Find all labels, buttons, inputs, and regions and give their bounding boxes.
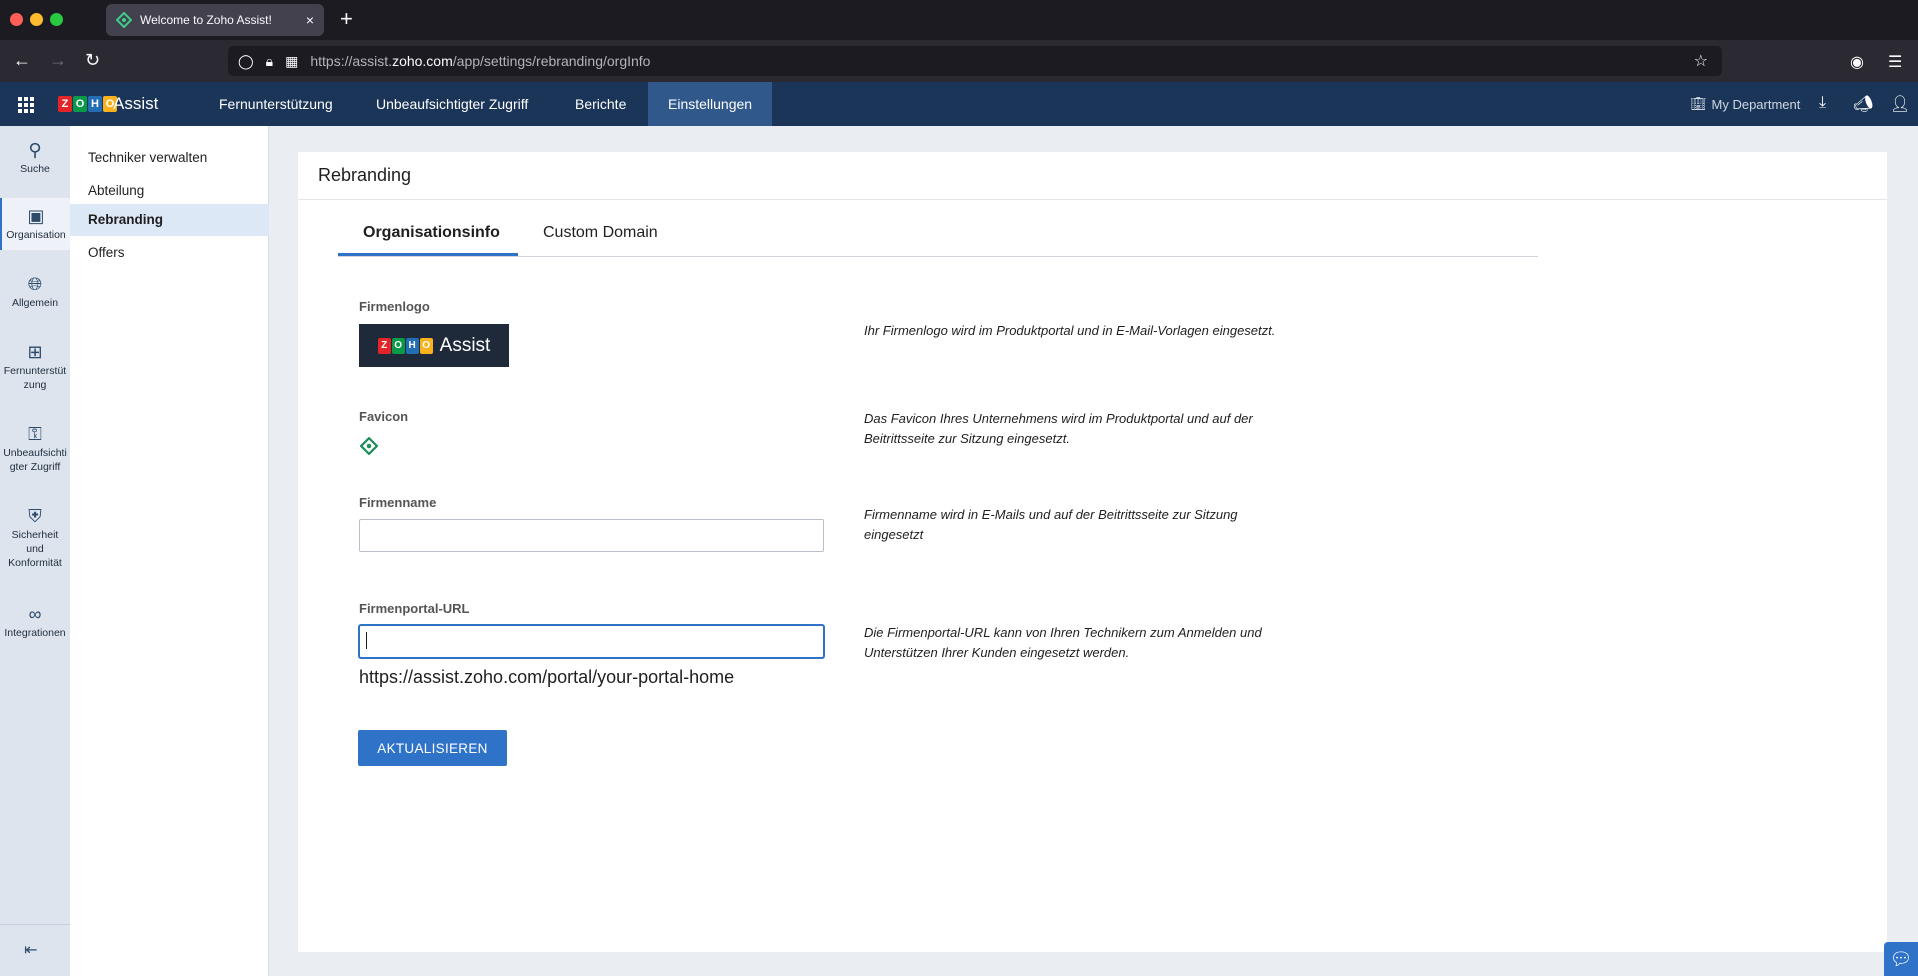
tracking-shield-icon[interactable]: ◯ [238, 53, 254, 70]
favicon-preview-icon[interactable] [360, 437, 378, 455]
permissions-icon[interactable]: ▦ [285, 53, 298, 70]
company-logo-preview[interactable]: Z O H O Assist [359, 324, 509, 367]
search-icon: ⚲ [28, 140, 42, 160]
rail-item-suche[interactable]: ⚲ Suche [0, 140, 70, 176]
active-tab-indicator [338, 253, 518, 256]
rail-divider [0, 924, 70, 925]
collapse-sidebar-icon[interactable]: ⇤ [24, 940, 37, 960]
update-button[interactable]: AKTUALISIEREN [358, 730, 507, 766]
rail-item-integrationen[interactable]: ∞ Integrationen [0, 604, 70, 640]
favicon-label: Favicon [359, 409, 409, 424]
page-title: Rebranding [318, 165, 412, 185]
company-name-input[interactable] [359, 519, 824, 552]
rail-item-fernunterstuetzung[interactable]: ⊞ Fernunterstüt zung [0, 342, 70, 392]
back-icon[interactable]: ← [13, 50, 31, 71]
nav-einstellungen[interactable]: Einstellungen [648, 82, 773, 126]
announcement-icon[interactable]: 📣︎ [1853, 94, 1873, 114]
building-icon: 🏢︎ [1690, 96, 1707, 111]
globe-icon: 🌐︎ [27, 274, 43, 294]
favicon-description: Das Favicon Ihres Unternehmens wird im P… [864, 411, 1253, 446]
tab-title: Welcome to Zoho Assist! [140, 13, 272, 27]
tabs-baseline [338, 256, 1538, 257]
subnav-offers[interactable]: Offers [70, 237, 269, 269]
chat-support-icon[interactable]: 💬︎ [1884, 942, 1918, 976]
department-name: My Department [1711, 96, 1801, 112]
settings-subnav: Techniker verwalten Abteilung Rebranding… [70, 126, 269, 976]
pocket-icon[interactable]: ◉ [1850, 52, 1864, 72]
menu-icon[interactable]: ☰ [1888, 52, 1902, 72]
firmenlogo-description: Ihr Firmenlogo wird im Produktportal und… [864, 323, 1276, 338]
product-name: Assist [113, 94, 159, 113]
reload-icon[interactable]: ↻ [85, 50, 100, 71]
close-window-button[interactable] [10, 13, 23, 26]
rail-item-unbeaufsichtigter-zugriff[interactable]: ⚿ Unbeaufsichti gter Zugriff [0, 424, 70, 474]
lock-icon[interactable]: 🔒︎ [266, 53, 273, 70]
rail-item-sicherheit[interactable]: ⛨ Sicherheit und Konformität [0, 506, 70, 570]
download-icon[interactable]: ⤓ [1819, 94, 1826, 112]
nav-berichte[interactable]: Berichte [555, 82, 646, 126]
remote-support-icon: ⊞ [27, 342, 43, 362]
url-bar[interactable]: ◯ 🔒︎ ▦ https://assist.zoho.com/app/setti… [228, 46, 1722, 76]
zoho-assist-tab-icon [116, 12, 132, 28]
portal-url-description: Die Firmenportal-URL kann von Ihren Tech… [864, 625, 1262, 660]
shield-icon: ⛨ [28, 506, 42, 526]
org-icon: ▣ [27, 206, 45, 226]
title-divider [298, 199, 1887, 200]
url-text[interactable]: https://assist.zoho.com/app/settings/reb… [310, 53, 650, 69]
zoho-logo: Z O H O [58, 96, 118, 112]
rail-item-allgemein[interactable]: 🌐︎ Allgemein [0, 274, 70, 310]
minimize-window-button[interactable] [30, 13, 43, 26]
close-tab-icon[interactable]: × [306, 12, 314, 28]
rebranding-panel [298, 152, 1887, 952]
subnav-rebranding[interactable]: Rebranding [70, 204, 269, 236]
integrations-icon: ∞ [28, 604, 42, 624]
tab-organisationsinfo[interactable]: Organisationsinfo [363, 224, 500, 242]
app-grid-icon[interactable] [18, 97, 34, 113]
firmenname-label: Firmenname [359, 495, 437, 510]
portal-url-preview: https://assist.zoho.com/portal/your-port… [359, 667, 735, 687]
nav-unbeaufsichtigter-zugriff[interactable]: Unbeaufsichtigter Zugriff [356, 82, 548, 126]
firmenlogo-label: Firmenlogo [359, 299, 430, 314]
bookmark-star-icon[interactable]: ☆ [1694, 51, 1708, 71]
portal-url-input[interactable] [359, 625, 824, 658]
firmenname-description: Firmenname wird in E-Mails und auf der B… [864, 507, 1238, 542]
portal-url-label: Firmenportal-URL [359, 601, 470, 616]
tab-custom-domain[interactable]: Custom Domain [543, 224, 658, 242]
new-tab-icon[interactable]: + [340, 6, 353, 32]
nav-fernunterstuetzung[interactable]: Fernunterstützung [199, 82, 353, 126]
unattended-icon: ⚿ [28, 424, 42, 444]
browser-tab[interactable]: Welcome to Zoho Assist! × [106, 4, 324, 36]
forward-icon[interactable]: → [49, 50, 67, 71]
browser-titlebar: Welcome to Zoho Assist! × + [0, 0, 1918, 40]
user-profile-icon[interactable]: 👤︎ [1890, 94, 1910, 114]
subnav-abteilung[interactable]: Abteilung [70, 175, 269, 207]
text-caret [366, 632, 367, 649]
maximize-window-button[interactable] [50, 13, 63, 26]
rail-item-organisation[interactable]: ▣ Organisation [0, 198, 70, 250]
department-selector[interactable]: 🏢︎ My Department [1690, 96, 1800, 112]
subnav-techniker-verwalten[interactable]: Techniker verwalten [70, 142, 269, 174]
